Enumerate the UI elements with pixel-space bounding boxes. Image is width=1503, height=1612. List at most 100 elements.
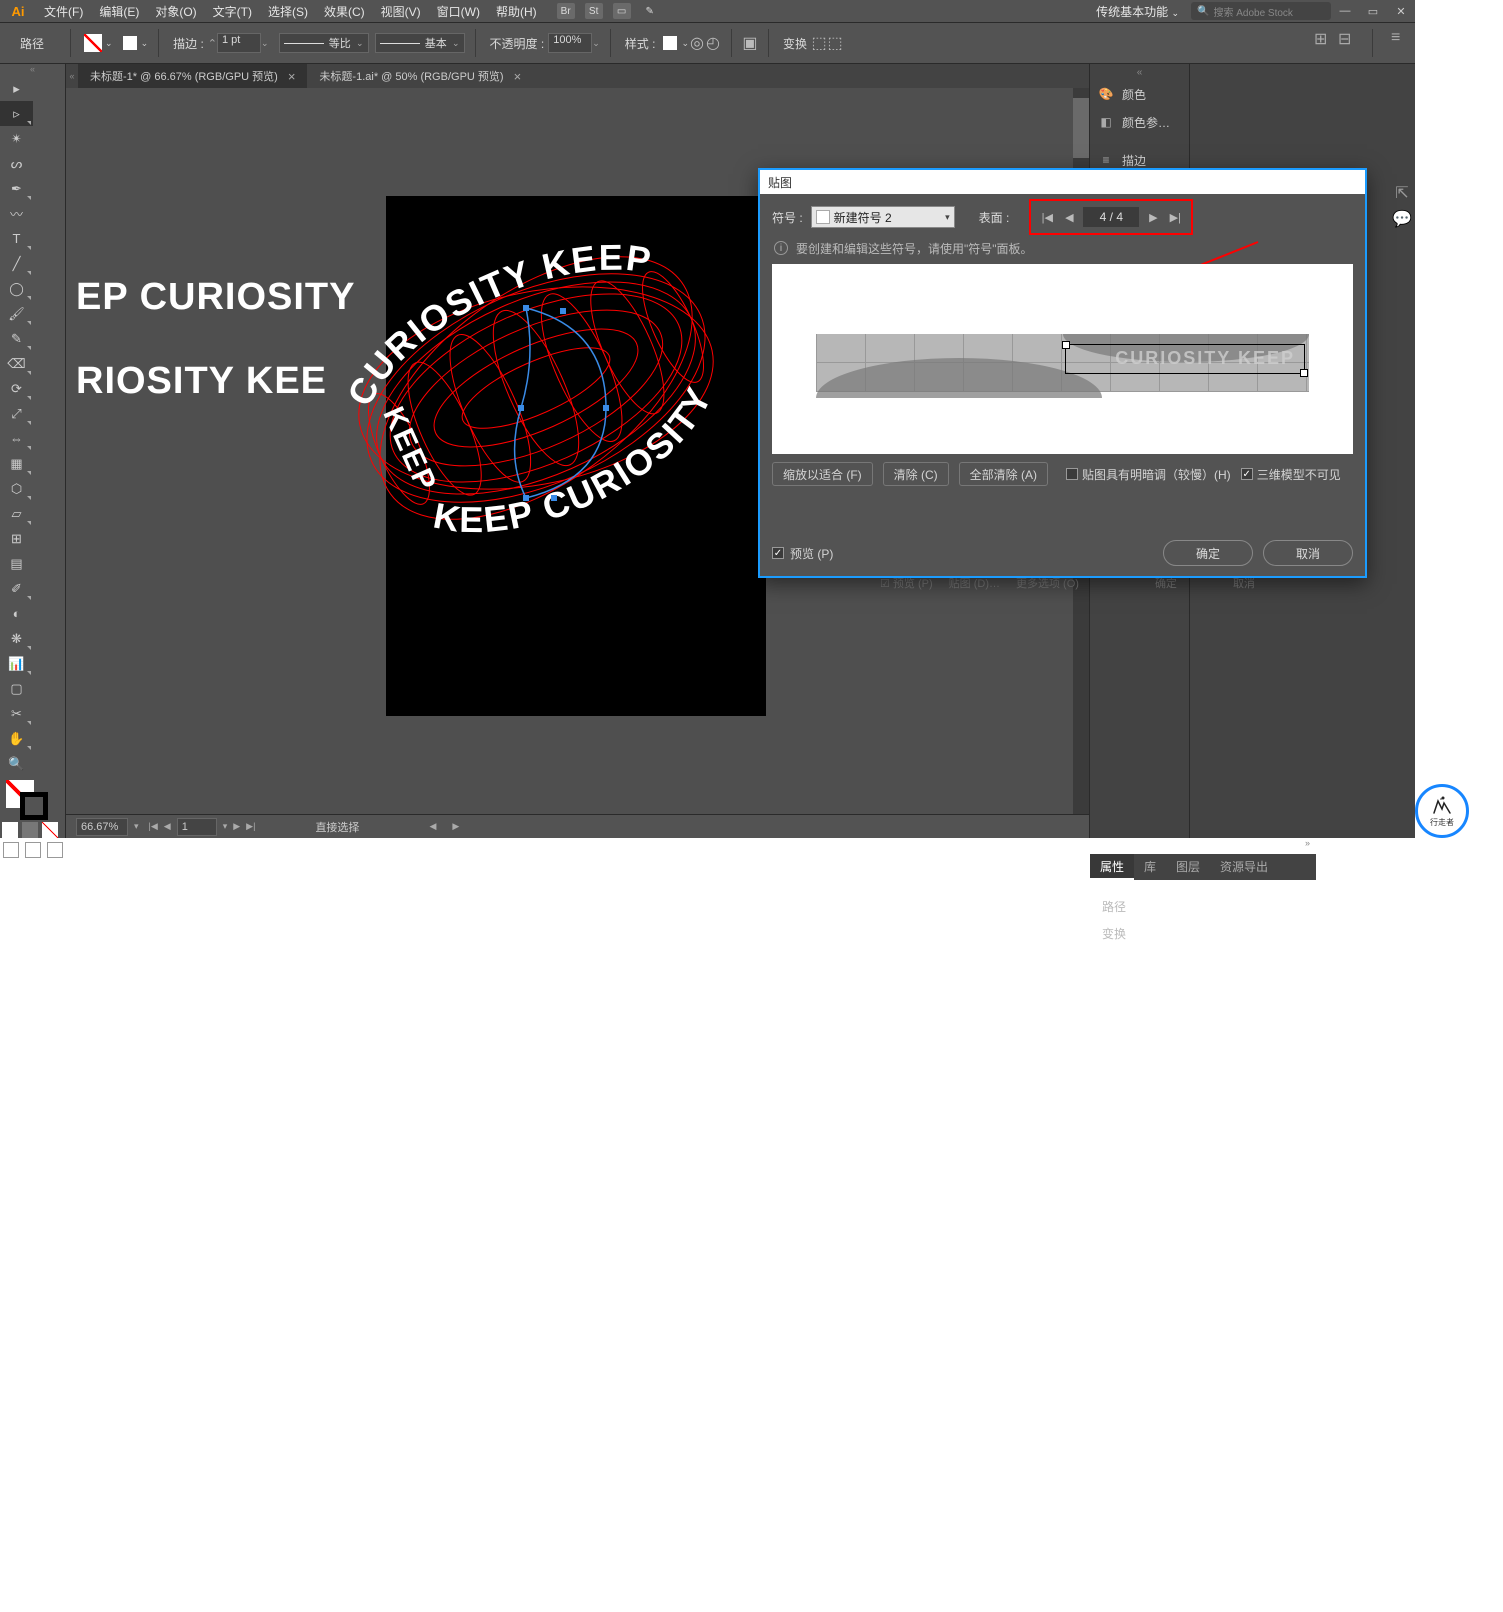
collapse-icon[interactable]: « xyxy=(1090,64,1189,80)
scale-to-fit-button[interactable]: 缩放以适合 (F) xyxy=(772,462,873,486)
shape-builder-tool[interactable]: ⬡ xyxy=(0,476,33,501)
arrange-icon[interactable]: ▭ xyxy=(613,3,631,19)
recolor-icon[interactable]: ◴ xyxy=(705,35,721,51)
artboard-tool[interactable]: ▢ xyxy=(0,676,33,701)
close-icon[interactable]: × xyxy=(514,69,522,84)
brush-style-dropdown[interactable]: 基本⌄ xyxy=(375,33,465,53)
menu-select[interactable]: 选择(S) xyxy=(268,3,308,20)
width-tool[interactable]: ⇔ xyxy=(0,426,33,451)
perspective-tool[interactable]: ▱ xyxy=(0,501,33,526)
appearance-icon[interactable]: ◎ xyxy=(689,35,705,51)
first-artboard-button[interactable]: |◀ xyxy=(149,821,158,832)
slice-tool[interactable]: ✂ xyxy=(0,701,33,726)
chevron-down-icon[interactable]: ▾ xyxy=(223,821,228,832)
type-tool[interactable]: T xyxy=(0,226,33,251)
curvature-tool[interactable]: 〰 xyxy=(0,201,33,226)
shaper-tool[interactable]: ✎ xyxy=(0,326,33,351)
rotate-tool[interactable]: ⟳ xyxy=(0,376,33,401)
strokebox[interactable] xyxy=(20,792,48,820)
stroke-swatch[interactable] xyxy=(123,36,137,50)
draw-normal[interactable] xyxy=(3,842,19,858)
menu-file[interactable]: 文件(F) xyxy=(44,3,83,20)
last-surface-button[interactable]: ▶| xyxy=(1167,209,1183,225)
scale-tool[interactable]: ⤢ xyxy=(0,401,33,426)
status-nav-right[interactable]: ▶ xyxy=(452,821,459,832)
blend-tool[interactable]: ◐ xyxy=(0,601,33,626)
menu-help[interactable]: 帮助(H) xyxy=(496,3,537,20)
dialog-preview[interactable]: CURIOSITY KEEP xyxy=(772,264,1353,454)
gpu-icon[interactable]: ✎ xyxy=(641,3,659,19)
symbol-sprayer-tool[interactable]: ❋ xyxy=(0,626,33,651)
stroke-profile-dropdown[interactable]: 等比⌄ xyxy=(279,33,369,53)
menu-window[interactable]: 窗口(W) xyxy=(437,3,480,20)
tab-properties[interactable]: 属性 xyxy=(1090,854,1134,880)
bridge-icon[interactable]: Br xyxy=(557,3,575,19)
search-stock[interactable]: 🔍搜索 Adobe Stock xyxy=(1191,2,1331,20)
minimize-button[interactable]: — xyxy=(1331,0,1359,22)
color-mode-none[interactable] xyxy=(42,822,58,838)
align-icon[interactable]: ▣ xyxy=(742,35,758,51)
tab-layers[interactable]: 图层 xyxy=(1166,854,1210,880)
surface-field[interactable]: 4 / 4 xyxy=(1083,207,1139,227)
artboard-input[interactable] xyxy=(177,818,217,836)
isolate-icon[interactable]: ⊞ xyxy=(1314,29,1330,45)
prev-surface-button[interactable]: ◀ xyxy=(1061,209,1077,225)
status-nav-left[interactable]: ◀ xyxy=(429,821,436,832)
hand-tool[interactable]: ✋ xyxy=(0,726,33,751)
next-artboard-button[interactable]: ▶ xyxy=(233,821,240,832)
tab-libraries[interactable]: 库 xyxy=(1134,854,1166,880)
paintbrush-tool[interactable]: 🖌 xyxy=(0,301,33,326)
close-button[interactable]: ✕ xyxy=(1387,0,1415,22)
panel-item-color[interactable]: 🎨颜色 xyxy=(1090,80,1189,108)
draw-behind[interactable] xyxy=(25,842,41,858)
transform-link[interactable]: 变换 xyxy=(783,35,807,52)
first-surface-button[interactable]: |◀ xyxy=(1039,209,1055,225)
close-icon[interactable]: × xyxy=(288,69,296,84)
ok-button[interactable]: 确定 xyxy=(1163,540,1253,566)
eraser-tool[interactable]: ⌫ xyxy=(0,351,33,376)
envelope-options-icon[interactable]: ⬚ xyxy=(827,35,843,51)
shade-checkbox[interactable] xyxy=(1066,468,1078,480)
tabs-collapse-icon[interactable]: « xyxy=(66,64,78,88)
eyedropper-tool[interactable]: ✐ xyxy=(0,576,33,601)
pen-tool[interactable]: ✒ xyxy=(0,176,33,201)
color-mode-gradient[interactable] xyxy=(22,822,38,838)
workspace-dropdown[interactable]: 传统基本功能 ⌄ xyxy=(1084,3,1191,20)
mesh-tool[interactable]: ⊞ xyxy=(0,526,33,551)
free-transform-tool[interactable]: ▦ xyxy=(0,451,33,476)
prev-artboard-button[interactable]: ◀ xyxy=(164,821,171,832)
panel-item-color-guide[interactable]: ◧颜色参… xyxy=(1090,108,1189,136)
chevron-down-icon[interactable]: ▾ xyxy=(134,821,139,832)
stock-icon[interactable]: St xyxy=(585,3,603,19)
toolbox-collapse-icon[interactable]: « xyxy=(0,64,65,76)
clear-button[interactable]: 清除 (C) xyxy=(883,462,949,486)
panel-menu-icon[interactable]: ≡ xyxy=(1391,29,1407,45)
menu-object[interactable]: 对象(O) xyxy=(155,3,196,20)
zoom-tool[interactable]: 🔍 xyxy=(0,751,33,776)
collapse-icon[interactable]: » xyxy=(1090,838,1316,854)
direct-selection-tool[interactable]: ▹ xyxy=(0,101,33,126)
gradient-tool[interactable]: ▤ xyxy=(0,551,33,576)
lasso-tool[interactable]: ᔕ xyxy=(0,151,33,176)
fill-swatch[interactable] xyxy=(84,34,102,52)
preview-checkbox[interactable] xyxy=(772,547,784,559)
opacity-input[interactable]: 100% xyxy=(548,33,592,53)
fill-stroke-control[interactable] xyxy=(0,776,65,822)
color-mode-color[interactable] xyxy=(2,822,18,838)
style-swatch[interactable] xyxy=(663,36,677,50)
symbol-dropdown[interactable]: 新建符号 2 ▾ xyxy=(811,206,955,228)
selection-tool[interactable]: ▸ xyxy=(0,76,33,101)
cancel-button[interactable]: 取消 xyxy=(1263,540,1353,566)
doc-tab-2[interactable]: 未标题-1.ai* @ 50% (RGB/GPU 预览)× xyxy=(307,64,533,88)
envelope-icon[interactable]: ⬚ xyxy=(811,35,827,51)
selected-path[interactable] xyxy=(496,298,636,508)
next-surface-button[interactable]: ▶ xyxy=(1145,209,1161,225)
doc-tab-1[interactable]: 未标题-1* @ 66.67% (RGB/GPU 预览)× xyxy=(78,64,307,88)
zoom-input[interactable] xyxy=(76,818,128,836)
invisible-checkbox[interactable] xyxy=(1241,468,1253,480)
draw-inside[interactable] xyxy=(47,842,63,858)
stroke-weight-input[interactable]: 1 pt xyxy=(217,33,261,53)
maximize-button[interactable]: ▭ xyxy=(1359,0,1387,22)
extra-share-icon[interactable]: ⇱ xyxy=(1389,180,1415,206)
menu-edit[interactable]: 编辑(E) xyxy=(99,3,139,20)
